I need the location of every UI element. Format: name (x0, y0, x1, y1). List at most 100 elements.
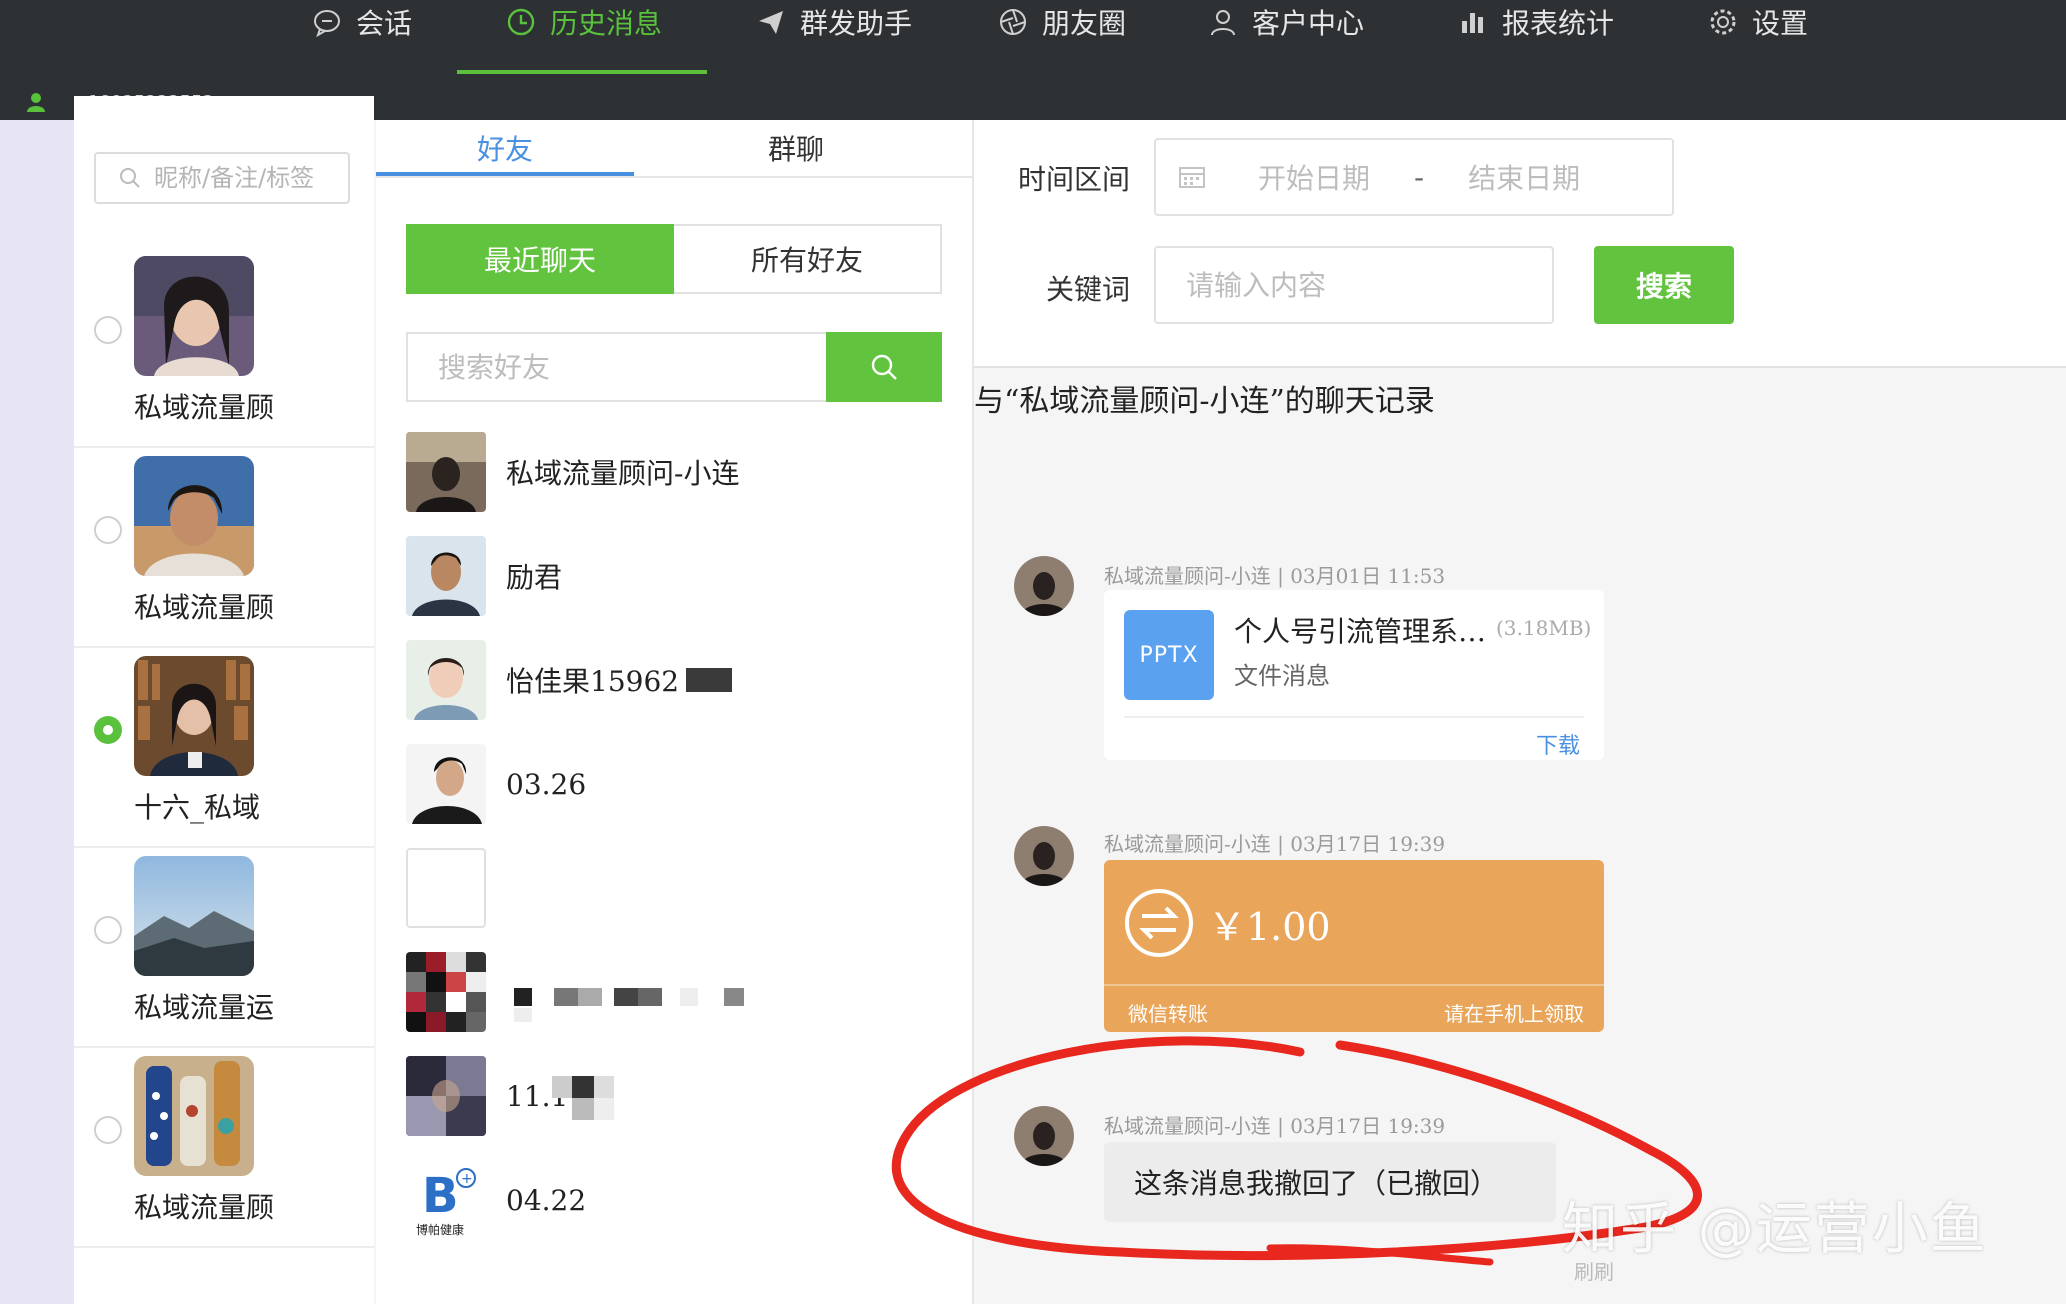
friend-name: 04.22 (506, 1183, 587, 1217)
avatar (406, 848, 486, 928)
friend-name: 励君 (506, 561, 563, 594)
nav-label-history: 历史消息 (550, 7, 663, 40)
search-button[interactable]: 搜索 (1594, 246, 1734, 324)
friend-search-button[interactable] (826, 332, 942, 402)
date-range-picker[interactable]: 开始日期 - 结束日期 (1154, 138, 1674, 216)
nav-item-settings[interactable]: 设置 (1708, 0, 1808, 44)
clock-icon (507, 8, 535, 36)
account-item[interactable]: 私域流量运 (74, 848, 374, 1048)
account-item[interactable]: 十六_私域 (74, 648, 374, 848)
segment-recent-chats[interactable]: 最近聊天 (406, 224, 674, 294)
avatar (134, 1056, 254, 1176)
friend-row[interactable]: 怡佳果15962 (406, 640, 966, 724)
avatar (134, 656, 254, 776)
avatar (1014, 826, 1074, 886)
tab-groups[interactable]: 群聊 (696, 120, 896, 176)
history-panel: 时间区间 开始日期 - 结束日期 关键词 搜索 与“私域流量顾问-小连”的聊天记… (974, 120, 2066, 1304)
avatar (1014, 1106, 1074, 1166)
keyword-input[interactable] (1154, 246, 1554, 324)
friend-row[interactable]: 03.26 (406, 744, 966, 828)
history-title: 与“私域流量顾问-小连”的聊天记录 (974, 384, 1435, 419)
user-icon (27, 93, 45, 112)
friend-row[interactable] (406, 848, 966, 932)
left-strip (0, 120, 74, 1304)
brand-logo-text: 博帕健康 (416, 1222, 464, 1237)
avatar (1014, 556, 1074, 616)
friend-tabs: 好友 群聊 (376, 120, 972, 178)
friend-panel: 好友 群聊 最近聊天 所有好友 私域流量顾问-小连 励君 怡佳果15962 03 (376, 120, 974, 1304)
nav-item-reports[interactable]: 报表统计 (1458, 0, 1614, 44)
tab-active-underline (376, 172, 634, 176)
svg-text:B: B (422, 1168, 459, 1224)
account-search-input[interactable] (152, 163, 346, 193)
account-item[interactable]: 私域流量顾 (74, 448, 374, 648)
avatar (406, 952, 486, 1032)
nav-item-broadcast[interactable]: 群发助手 (756, 0, 912, 44)
message-meta: 私域流量顾问-小连 | 03月17日 19:39 (1104, 1114, 1446, 1138)
avatar (406, 432, 486, 512)
nav-label-settings: 设置 (1752, 7, 1809, 40)
avatar (406, 640, 486, 720)
person-icon (1211, 10, 1235, 36)
avatar (134, 256, 254, 376)
account-radio[interactable] (94, 1116, 122, 1144)
account-item[interactable]: 私域流量顾 (74, 248, 374, 448)
friend-row[interactable]: B + 博帕健康 04.22 (406, 1160, 966, 1244)
redacted-pixels (514, 988, 744, 1022)
nav-label-chat: 会话 (356, 7, 413, 40)
nav-item-chat[interactable]: 会话 (312, 0, 412, 44)
nav-item-customers[interactable]: 客户中心 (1208, 0, 1364, 44)
account-search[interactable] (94, 152, 350, 204)
account-radio[interactable] (94, 316, 122, 344)
account-item[interactable]: 私域流量顾 (74, 1048, 374, 1248)
chat-bubble-icon (314, 10, 340, 37)
recalled-message-bubble: 这条消息我撤回了（已撤回） (1104, 1142, 1556, 1222)
avatar (134, 856, 254, 976)
file-message-card[interactable]: PPTX 个人号引流管理系… (3.18MB) 文件消息 下载 (1104, 590, 1604, 760)
friend-row[interactable]: 11.1 (406, 1056, 966, 1140)
nav-item-moments[interactable]: 朋友圈 (998, 0, 1126, 44)
account-name: 私域流量运 (134, 991, 275, 1024)
end-date-placeholder[interactable]: 结束日期 (1468, 157, 1580, 197)
message-meta: 私域流量顾问-小连 | 03月17日 19:39 (1104, 832, 1446, 856)
friend-row[interactable]: 励君 (406, 536, 966, 620)
aperture-icon (1000, 9, 1026, 35)
start-date-placeholder[interactable]: 开始日期 (1258, 157, 1370, 197)
nav-active-underline (457, 70, 707, 74)
tab-friends[interactable]: 好友 (376, 120, 634, 176)
redacted-block (686, 668, 732, 692)
account-list: 私域流量顾 私域流量顾 十六_私域 私域流量运 私域流量顾 (74, 96, 374, 1304)
download-link[interactable]: 下载 (1536, 728, 1580, 760)
friend-row[interactable] (406, 952, 966, 1036)
avatar: B + 博帕健康 (406, 1160, 486, 1240)
friend-name: 03.26 (506, 767, 587, 801)
account-name: 私域流量顾 (134, 391, 275, 424)
segment-all-friends[interactable]: 所有好友 (674, 224, 942, 294)
account-name: 私域流量顾 (134, 591, 275, 624)
friend-row[interactable]: 私域流量顾问-小连 (406, 432, 966, 516)
search-icon (871, 354, 897, 380)
account-radio[interactable] (94, 916, 122, 944)
redacted-pixels (552, 1076, 614, 1120)
transfer-amount: ￥1.00 (1208, 905, 1331, 949)
file-name: 个人号引流管理系… (1234, 615, 1487, 648)
transfer-label: 微信转账 (1128, 1002, 1208, 1026)
account-radio[interactable] (94, 516, 122, 544)
account-radio-selected[interactable] (94, 716, 122, 744)
friend-search-input[interactable] (408, 334, 826, 400)
nav-item-history[interactable]: 历史消息 (506, 0, 662, 44)
nav-label-customers: 客户中心 (1252, 7, 1365, 40)
friend-name: 怡佳果15962 (506, 665, 680, 698)
transfer-hint: 请在手机上领取 (1444, 1002, 1584, 1026)
avatar (134, 456, 254, 576)
calendar-icon (1179, 167, 1205, 188)
divider (1104, 984, 1604, 986)
transfer-arrows-icon (1125, 889, 1193, 957)
filter-area: 时间区间 开始日期 - 结束日期 关键词 搜索 (974, 120, 2066, 368)
watermark: 知乎 @运营小鱼 (1562, 1197, 1988, 1262)
send-icon (759, 11, 783, 34)
file-size: (3.18MB) (1496, 616, 1592, 640)
account-name: 十六_私域 (134, 791, 261, 824)
nav-label-reports: 报表统计 (1502, 7, 1615, 40)
transfer-message-card[interactable]: ￥1.00 微信转账 请在手机上领取 (1104, 860, 1604, 1032)
